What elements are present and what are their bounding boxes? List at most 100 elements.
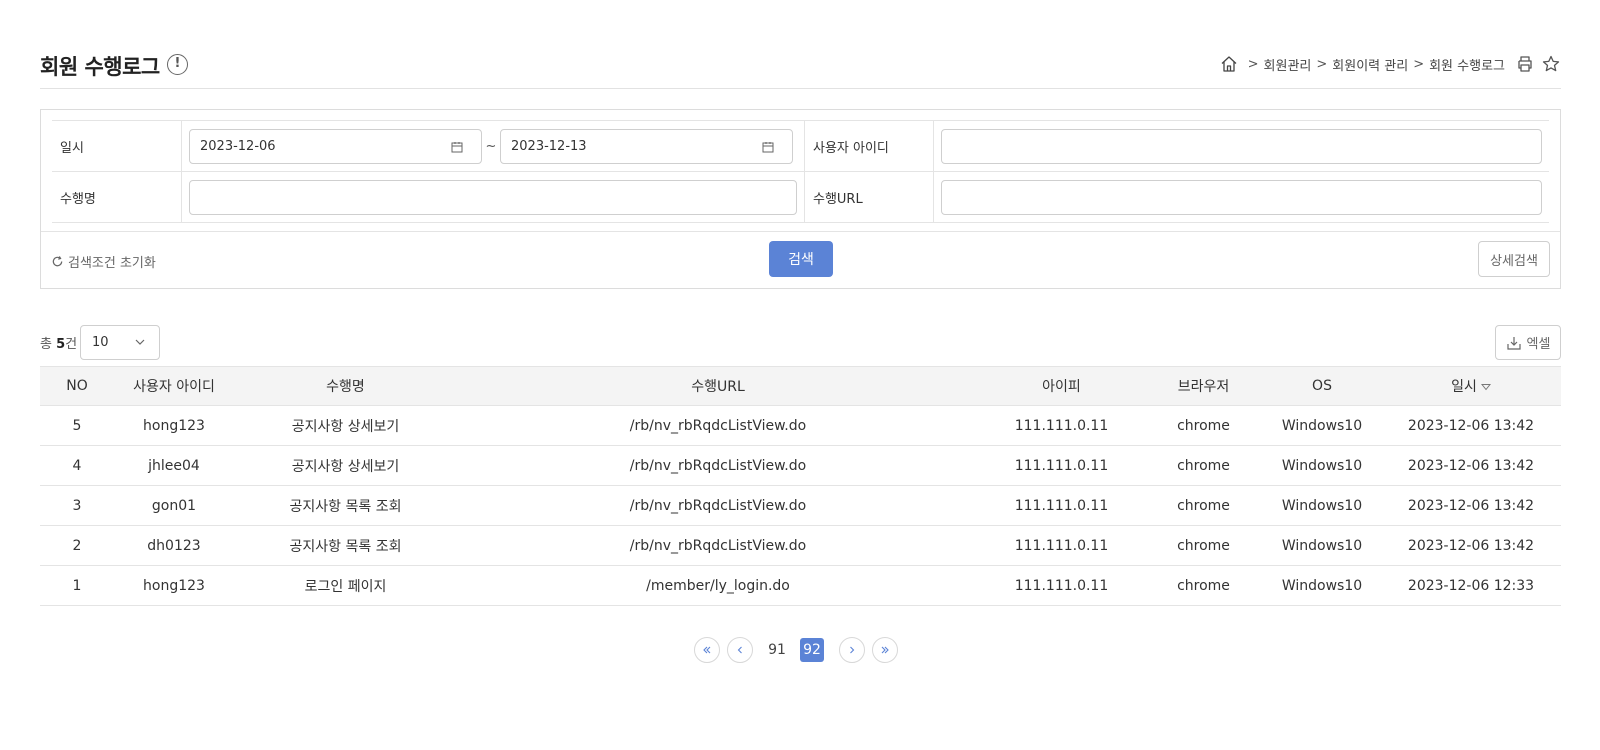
page-header: 회원 수행로그 ! > 회원관리 > 회원이력 관리 > 회원 수행로그 xyxy=(40,48,1561,89)
cell-no: 5 xyxy=(40,405,114,446)
date-from-input[interactable]: 2023-12-06 xyxy=(189,128,482,164)
cell-os: Windows10 xyxy=(1263,565,1381,606)
home-icon[interactable] xyxy=(1219,54,1239,74)
cell-datetime: 2023-12-06 13:42 xyxy=(1381,405,1561,446)
calendar-icon[interactable] xyxy=(762,141,774,153)
detail-search-button[interactable]: 상세검색 xyxy=(1478,241,1550,277)
prev-page-button[interactable] xyxy=(727,637,753,663)
cell-no: 4 xyxy=(40,445,114,486)
cell-ip: 111.111.0.11 xyxy=(979,485,1144,526)
cell-no: 2 xyxy=(40,525,114,566)
page-title: 회원 수행로그 xyxy=(40,55,160,79)
breadcrumb-separator: > xyxy=(1413,56,1425,72)
cell-action-name: 공지사항 목록 조회 xyxy=(234,485,457,526)
col-header-user-id: 사용자 아이디 xyxy=(114,366,234,406)
cell-action-url: /rb/nv_rbRqdcListView.do xyxy=(457,445,979,486)
date-range-separator: ~ xyxy=(485,138,497,154)
col-header-ip: 아이피 xyxy=(979,366,1144,406)
page-size-select[interactable]: 10 xyxy=(80,325,160,360)
breadcrumb: > 회원관리 > 회원이력 관리 > 회원 수행로그 xyxy=(1219,54,1561,74)
cell-browser: chrome xyxy=(1144,565,1263,606)
table-row[interactable]: 2 dh0123 공지사항 목록 조회 /rb/nv_rbRqdcListVie… xyxy=(40,525,1561,566)
col-header-browser: 브라우저 xyxy=(1144,366,1263,406)
cell-browser: chrome xyxy=(1144,405,1263,446)
cell-ip: 111.111.0.11 xyxy=(979,405,1144,446)
cell-user-id: gon01 xyxy=(114,485,234,526)
cell-action-name: 공지사항 목록 조회 xyxy=(234,525,457,566)
page-number[interactable]: 91 xyxy=(765,638,789,662)
breadcrumb-separator: > xyxy=(1316,56,1328,72)
last-page-button[interactable] xyxy=(872,637,898,663)
table-row[interactable]: 5 hong123 공지사항 상세보기 /rb/nv_rbRqdcListVie… xyxy=(40,405,1561,446)
cell-ip: 111.111.0.11 xyxy=(979,525,1144,566)
user-id-label: 사용자 아이디 xyxy=(804,121,934,171)
cell-os: Windows10 xyxy=(1263,445,1381,486)
col-header-action-name: 수행명 xyxy=(234,366,457,406)
action-url-cell xyxy=(934,172,1549,222)
cell-datetime: 2023-12-06 13:42 xyxy=(1381,525,1561,566)
search-form: 일시 2023-12-06 ~ 2023-12-13 사용자 아이디 수행명 수… xyxy=(52,120,1549,223)
table-row[interactable]: 4 jhlee04 공지사항 상세보기 /rb/nv_rbRqdcListVie… xyxy=(40,445,1561,486)
date-to-input[interactable]: 2023-12-13 xyxy=(500,128,793,164)
reset-search-label: 검색조건 초기화 xyxy=(68,256,156,271)
cell-datetime: 2023-12-06 13:42 xyxy=(1381,485,1561,526)
date-from-value: 2023-12-06 xyxy=(200,138,276,154)
breadcrumb-item-current: 회원 수행로그 xyxy=(1429,58,1505,74)
search-row-date: 일시 2023-12-06 ~ 2023-12-13 사용자 아이디 xyxy=(52,121,1549,172)
action-url-input[interactable] xyxy=(941,179,1542,215)
chevron-left-icon xyxy=(737,646,742,654)
page-number-current[interactable]: 92 xyxy=(800,638,824,662)
star-icon[interactable] xyxy=(1541,54,1561,74)
breadcrumb-item-member-mgmt[interactable]: 회원관리 xyxy=(1264,55,1312,74)
cell-ip: 111.111.0.11 xyxy=(979,445,1144,486)
table-row[interactable]: 1 hong123 로그인 페이지 /member/ly_login.do 11… xyxy=(40,565,1561,606)
col-header-os: OS xyxy=(1263,366,1381,406)
action-name-input[interactable] xyxy=(189,179,797,215)
info-circle-icon[interactable]: ! xyxy=(167,54,188,75)
search-row-action: 수행명 수행URL xyxy=(52,172,1549,223)
page-size-value: 10 xyxy=(92,335,109,350)
double-chevron-right-icon xyxy=(881,646,889,654)
cell-os: Windows10 xyxy=(1263,405,1381,446)
log-table: NO 사용자 아이디 수행명 수행URL 아이피 브라우저 OS 일시 5 ho… xyxy=(40,366,1561,606)
cell-os: Windows10 xyxy=(1263,485,1381,526)
chevron-right-icon xyxy=(850,646,855,654)
user-id-cell xyxy=(934,121,1549,171)
col-header-datetime[interactable]: 일시 xyxy=(1381,366,1561,406)
cell-action-url: /rb/nv_rbRqdcListView.do xyxy=(457,485,979,526)
cell-datetime: 2023-12-06 13:42 xyxy=(1381,445,1561,486)
action-name-cell xyxy=(182,172,804,222)
search-panel: 일시 2023-12-06 ~ 2023-12-13 사용자 아이디 수행명 수… xyxy=(40,109,1561,289)
action-name-label: 수행명 xyxy=(52,172,182,222)
date-to-value: 2023-12-13 xyxy=(511,138,587,154)
table-row[interactable]: 3 gon01 공지사항 목록 조회 /rb/nv_rbRqdcListView… xyxy=(40,485,1561,526)
cell-ip: 111.111.0.11 xyxy=(979,565,1144,606)
date-label: 일시 xyxy=(52,121,182,171)
cell-os: Windows10 xyxy=(1263,525,1381,566)
refresh-icon xyxy=(52,256,63,267)
cell-action-name: 공지사항 상세보기 xyxy=(234,445,457,486)
next-page-button[interactable] xyxy=(839,637,865,663)
reset-search-button[interactable]: 검색조건 초기화 xyxy=(51,252,156,271)
cell-action-name: 공지사항 상세보기 xyxy=(234,405,457,446)
col-header-action-url: 수행URL xyxy=(457,366,979,406)
first-page-button[interactable] xyxy=(694,637,720,663)
pagination: 91 92 xyxy=(694,637,898,663)
cell-user-id: hong123 xyxy=(114,405,234,446)
col-header-datetime-label: 일시 xyxy=(1451,379,1477,395)
excel-download-button[interactable]: 엑셀 xyxy=(1495,325,1561,360)
total-count: 총 5건 xyxy=(40,333,77,352)
search-button[interactable]: 검색 xyxy=(769,241,833,277)
print-icon[interactable] xyxy=(1515,54,1535,74)
table-header-row: NO 사용자 아이디 수행명 수행URL 아이피 브라우저 OS 일시 xyxy=(40,366,1561,406)
cell-no: 3 xyxy=(40,485,114,526)
calendar-icon[interactable] xyxy=(451,141,463,153)
breadcrumb-item-history-mgmt[interactable]: 회원이력 관리 xyxy=(1332,55,1408,74)
cell-browser: chrome xyxy=(1144,525,1263,566)
total-count-value: 5 xyxy=(56,337,66,352)
cell-user-id: hong123 xyxy=(114,565,234,606)
excel-button-label: 엑셀 xyxy=(1526,337,1551,352)
sort-down-icon[interactable] xyxy=(1480,383,1491,391)
user-id-input[interactable] xyxy=(941,128,1542,164)
cell-action-url: /member/ly_login.do xyxy=(457,565,979,606)
